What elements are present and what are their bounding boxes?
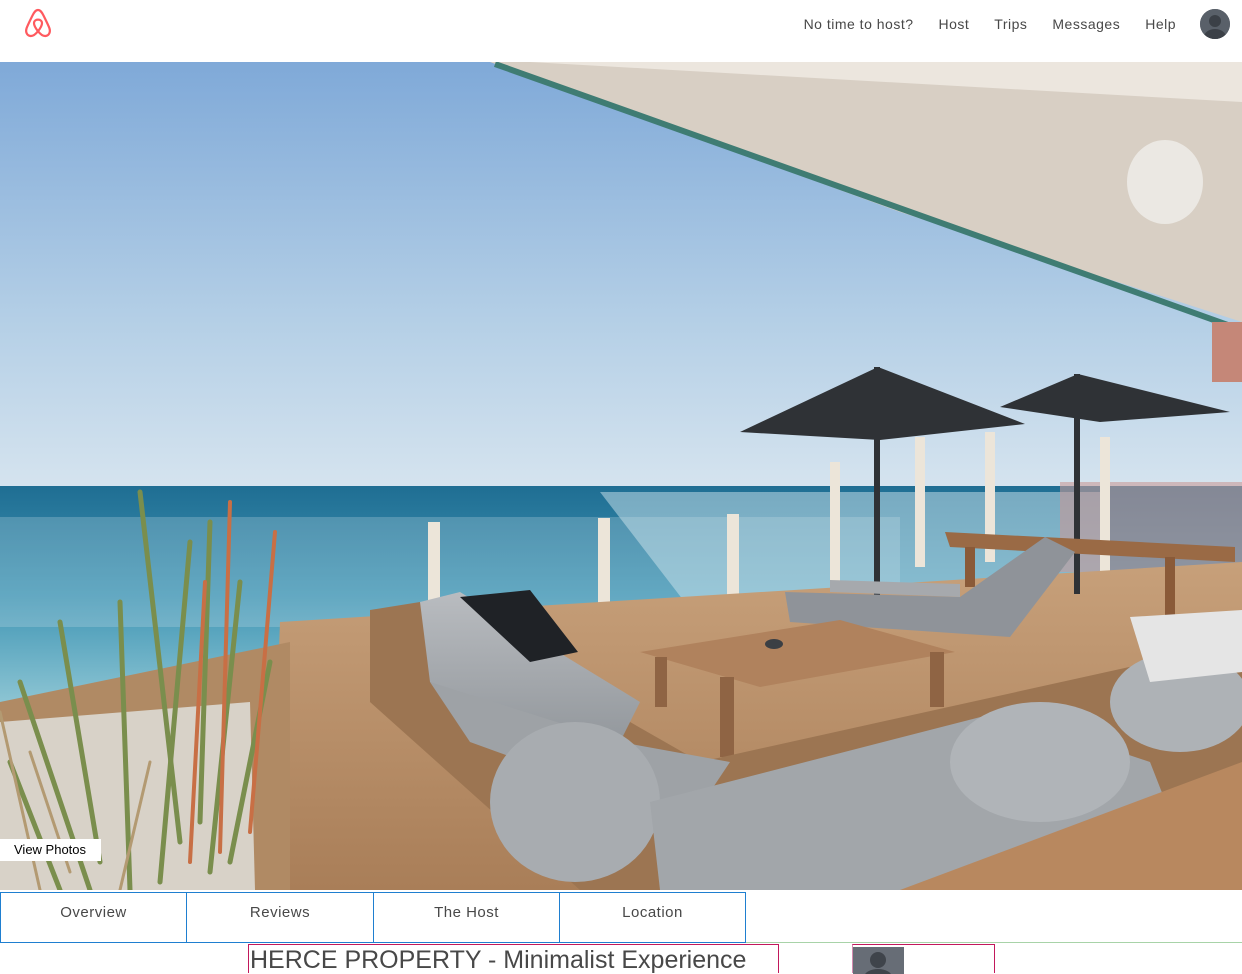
tab-location[interactable]: Location	[559, 892, 746, 943]
nav-help[interactable]: Help	[1145, 16, 1176, 32]
user-avatar-icon[interactable]	[1200, 9, 1230, 39]
tab-reviews[interactable]: Reviews	[186, 892, 374, 943]
host-avatar[interactable]	[853, 947, 904, 974]
nav-host[interactable]: Host	[939, 16, 970, 32]
tab-overview[interactable]: Overview	[0, 892, 187, 943]
view-photos-button[interactable]: View Photos	[0, 839, 101, 861]
listing-title: HERCE PROPERTY - Minimalist Experience	[250, 946, 747, 973]
main-nav: No time to host? Host Trips Messages Hel…	[804, 0, 1242, 48]
airbnb-logo-icon[interactable]	[22, 6, 54, 40]
top-navigation-bar: No time to host? Host Trips Messages Hel…	[0, 0, 1242, 62]
tab-the-host[interactable]: The Host	[373, 892, 560, 943]
listing-title-container: HERCE PROPERTY - Minimalist Experience	[248, 944, 779, 973]
host-profile-container	[852, 944, 995, 974]
listing-subnav: Overview Reviews The Host Location	[0, 890, 1242, 943]
nav-trips[interactable]: Trips	[994, 16, 1027, 32]
nav-no-time-to-host[interactable]: No time to host?	[804, 16, 914, 32]
hero-photo[interactable]	[0, 62, 1242, 890]
nav-messages[interactable]: Messages	[1052, 16, 1120, 32]
